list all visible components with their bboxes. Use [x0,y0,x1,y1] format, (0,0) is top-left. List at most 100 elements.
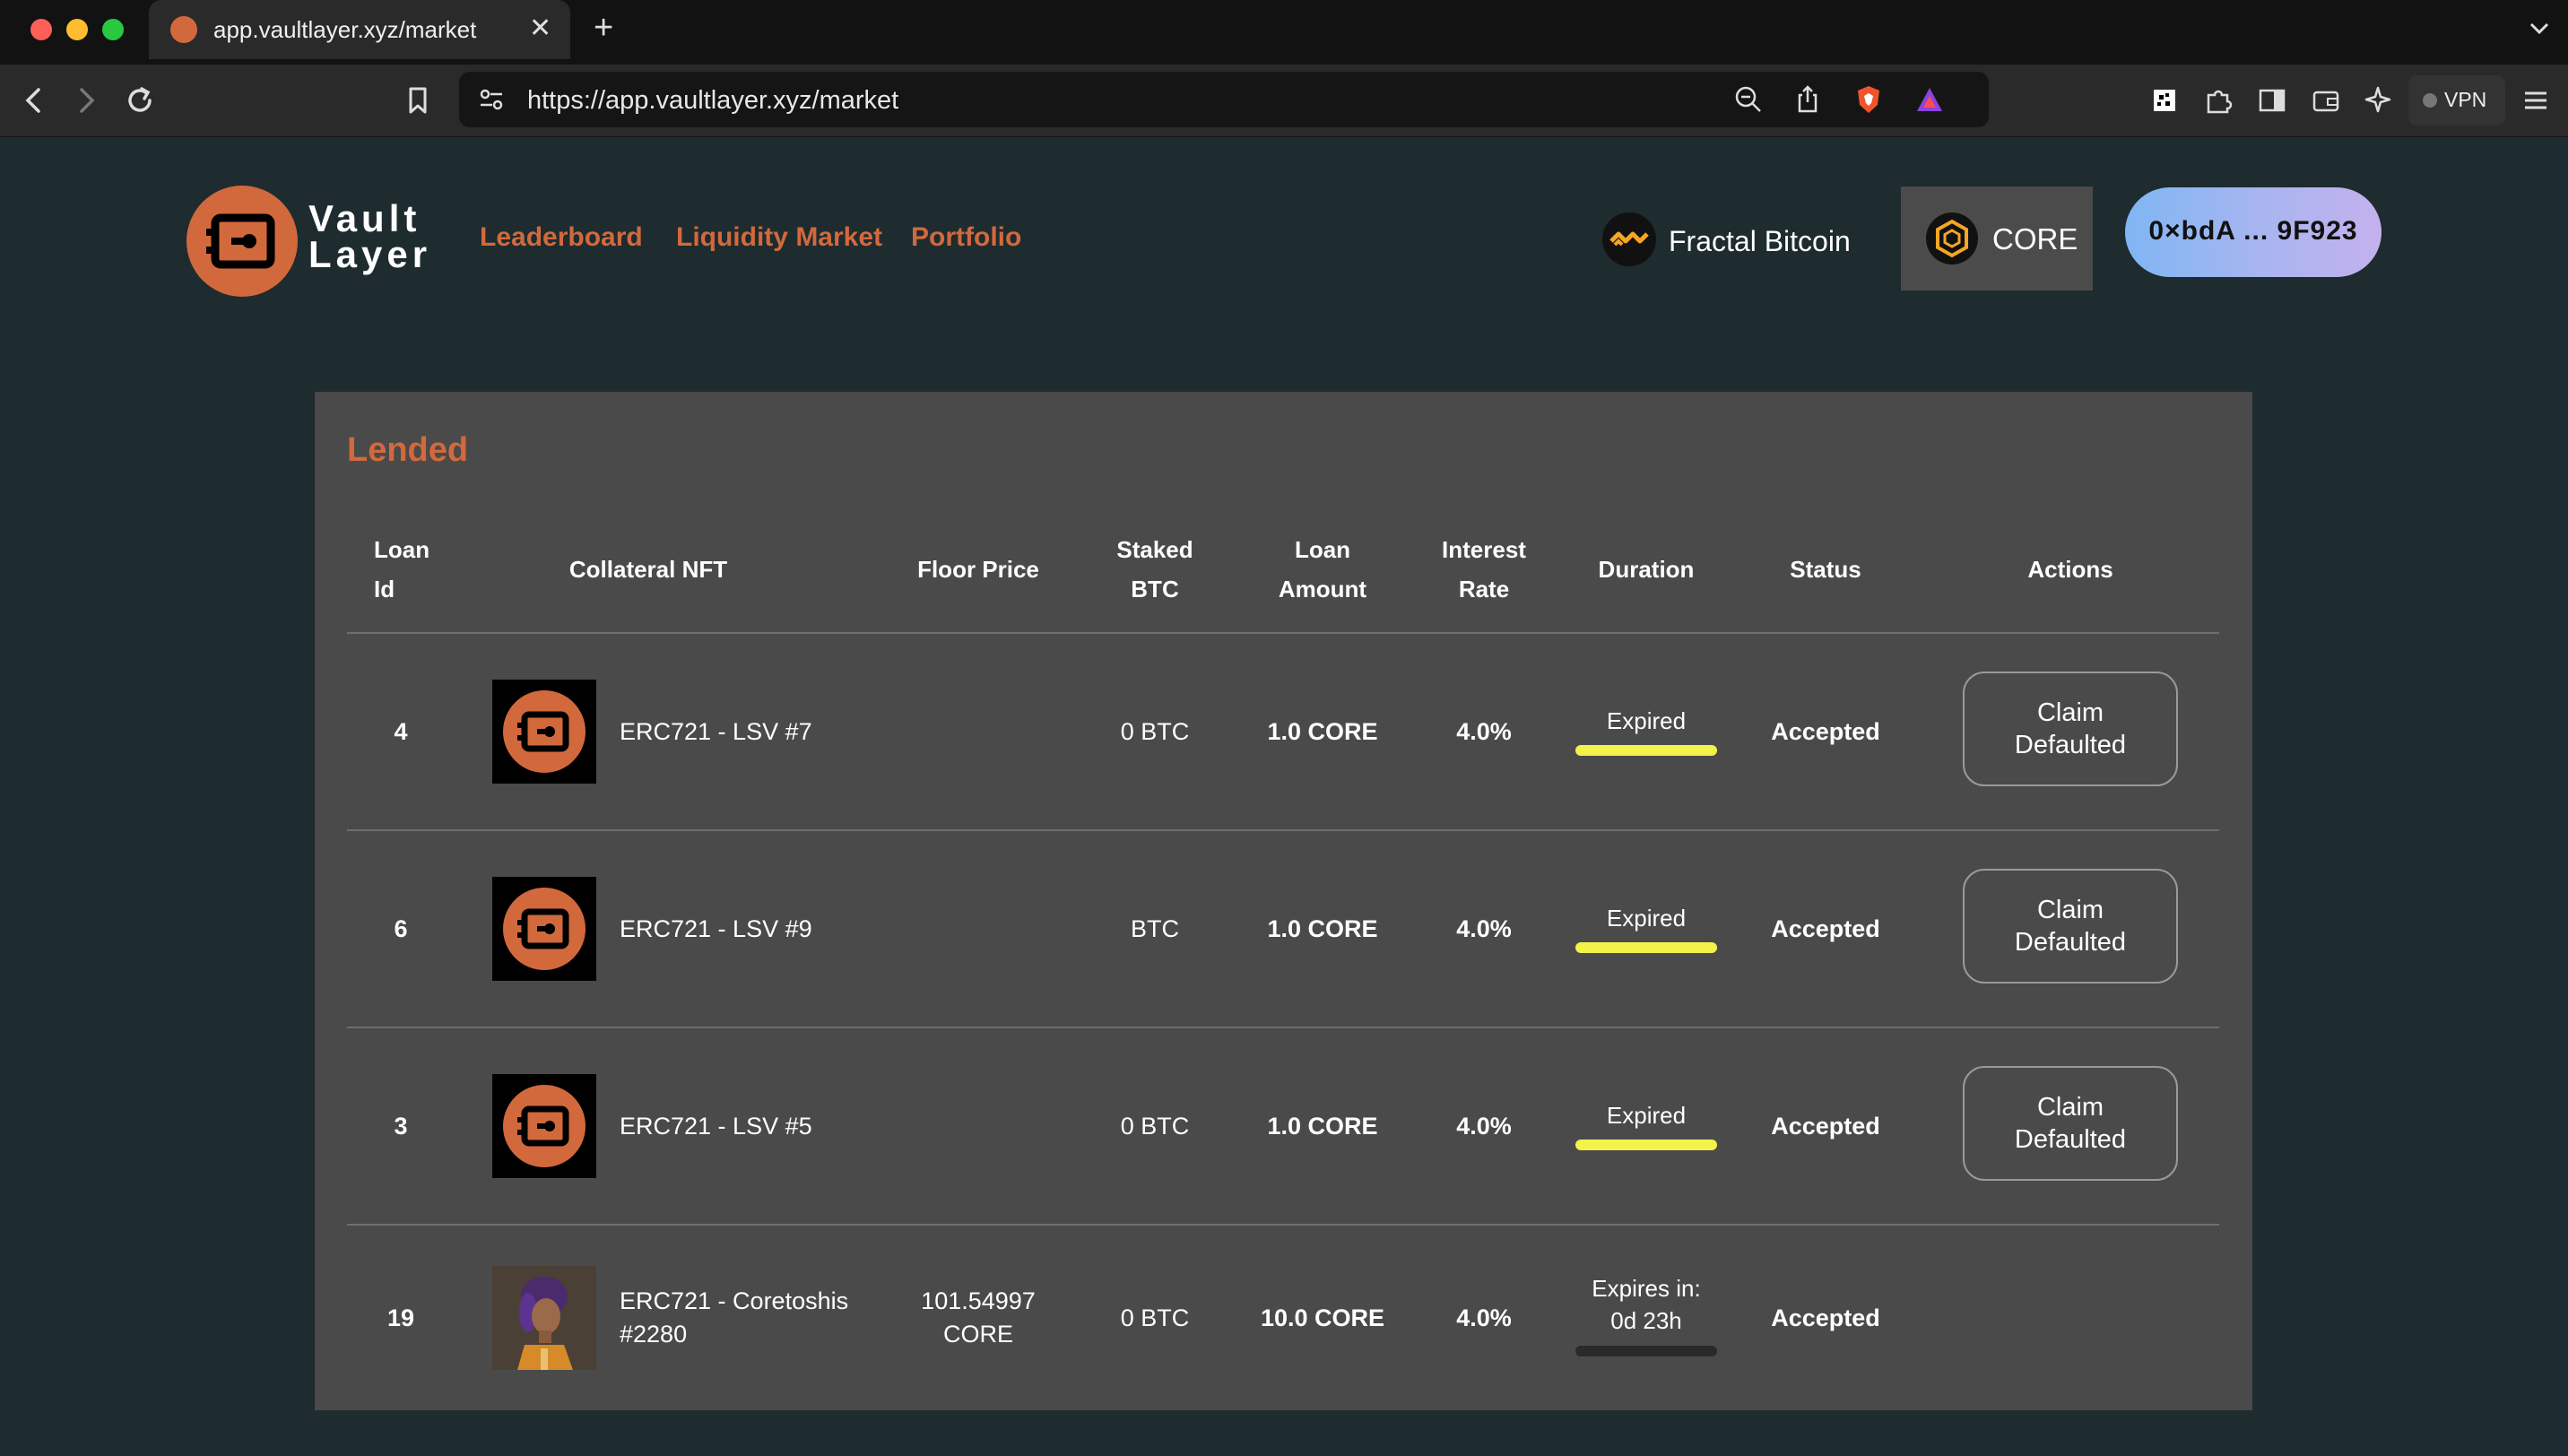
close-window-button[interactable] [30,19,52,40]
vpn-status-icon [2423,93,2437,108]
claim-defaulted-button[interactable]: Claim Defaulted [1963,869,2178,984]
sidebar-icon[interactable] [2254,82,2290,118]
tab-list-chevron-down-icon[interactable] [2527,16,2552,41]
new-tab-icon[interactable]: + [594,9,613,48]
col-header-loan-amount-line2: Amount [1278,576,1367,602]
nft-thumbnail[interactable] [492,680,596,784]
tab-close-icon[interactable]: ✕ [529,13,551,44]
nft-name: ERC721 - LSV #7 [620,717,812,745]
vaultlayer-logo-icon[interactable] [187,186,298,297]
table-row: 19 ERC721 - Coretoshis #2280 101.54997 C… [315,1226,2252,1410]
nft-thumbnail[interactable] [492,877,596,981]
col-header-staked-btc: Staked BTC [1088,530,1222,609]
col-header-status: Status [1790,556,1861,583]
vaultlayer-nft-icon [503,1085,586,1167]
duration-label: Expired [1606,905,1687,932]
col-header-loan-id-line2: Id [374,576,395,602]
col-header-staked-btc-line2: BTC [1131,576,1179,602]
loan-amount-cell: 10.0 CORE [1260,1304,1385,1331]
vaultlayer-nft-icon [503,888,586,970]
col-header-loan-amount-line1: Loan [1294,536,1351,563]
share-icon[interactable] [1792,83,1824,116]
wallet-address-button[interactable]: 0×bdA ... 9F923 [2125,187,2381,277]
col-header-interest-rate-line1: Interest [1442,536,1526,563]
minimize-window-button[interactable] [66,19,88,40]
nav-leaderboard[interactable]: Leaderboard [480,222,643,253]
table-row: 4 ERC721 - LSV #7 0 BTC 1.0 CORE 4.0% Ex… [315,634,2252,829]
duration-progress-bar [1575,1346,1717,1356]
floor-price-cell: 101.54997 CORE [921,1287,1036,1348]
core-chain-icon [1926,212,1978,264]
zoom-out-icon[interactable] [1732,83,1765,116]
nav-liquidity-market[interactable]: Liquidity Market [676,222,882,253]
nft-thumbnail[interactable] [492,1266,596,1370]
duration-cell: Expired [1570,831,1722,1027]
duration-cell: Expired [1570,634,1722,829]
duration-label: Expired [1606,1102,1687,1129]
status-cell: Accepted [1771,914,1880,942]
interest-rate-cell: 4.0% [1456,914,1512,942]
chain-selector-core[interactable]: CORE [1901,186,2093,290]
claim-defaulted-button[interactable]: Claim Defaulted [1963,672,2178,786]
loan-id-cell: 6 [394,914,408,942]
claim-defaulted-button[interactable]: Claim Defaulted [1963,1066,2178,1181]
bookmark-icon[interactable] [400,82,436,118]
leo-ai-sparkle-icon[interactable] [2362,82,2398,118]
extensions-puzzle-icon[interactable] [2200,82,2236,118]
chain-label: CORE [1992,222,2078,256]
col-header-loan-id-line1: Loan [374,536,430,563]
vpn-label: VPN [2444,88,2487,111]
col-header-actions: Actions [2027,556,2113,583]
nft-name: ERC721 - LSV #5 [620,1112,812,1140]
duration-progress-bar [1575,942,1717,953]
col-header-interest-rate-line2: Rate [1458,576,1510,602]
tab-title: app.vaultlayer.xyz/market [213,16,477,43]
menu-hamburger-icon[interactable] [2518,82,2554,118]
staked-btc-cell: 0 BTC [1120,717,1190,745]
forward-arrow-icon[interactable] [68,82,104,118]
nft-name: ERC721 - Coretoshis #2280 [620,1287,849,1348]
address-bar[interactable]: https://app.vaultlayer.xyz/market [459,72,1989,127]
duration-label: Expired [1606,707,1687,734]
col-header-loan-amount: Loan Amount [1251,530,1394,609]
floor-price-cell [871,634,1086,829]
logo-line-1: Vault [308,197,421,239]
staked-btc-cell: 0 BTC [1120,1304,1190,1331]
url-text: https://app.vaultlayer.xyz/market [527,86,899,115]
vaultlayer-favicon-icon [170,16,197,43]
duration-label: Expires in: 0d 23h [1592,1275,1701,1334]
status-cell: Accepted [1771,717,1880,745]
duration-cell: Expires in: 0d 23h [1570,1226,1722,1410]
loan-amount-cell: 1.0 CORE [1267,717,1378,745]
duration-progress-bar [1575,1140,1717,1150]
site-settings-icon[interactable] [475,83,508,116]
reload-icon[interactable] [122,82,158,118]
lended-panel: Lended Loan Id Collateral NFT Floor Pric… [315,392,2252,1410]
wallet-address: 0×bdA ... 9F923 [2148,216,2358,246]
maximize-window-button[interactable] [102,19,124,40]
browser-tab[interactable]: app.vaultlayer.xyz/market ✕ [149,0,570,59]
loan-id-cell: 19 [386,1304,415,1331]
col-header-collateral-nft: Collateral NFT [568,556,728,583]
nav-portfolio[interactable]: Portfolio [911,222,1021,253]
vpn-button[interactable]: VPN [2408,75,2505,126]
browser-tab-bar: app.vaultlayer.xyz/market ✕ + [0,0,2568,65]
network-label: Fractal Bitcoin [1669,225,1851,257]
floor-price-cell [871,1028,1086,1224]
staked-btc-cell: 0 BTC [1120,1112,1190,1140]
duration-cell: Expired [1570,1028,1722,1224]
col-header-staked-btc-line1: Staked [1116,536,1193,563]
nft-thumbnail[interactable] [492,1074,596,1178]
interest-rate-cell: 4.0% [1456,1304,1512,1331]
extension-grid-icon[interactable] [2147,82,2182,118]
back-arrow-icon[interactable] [16,82,52,118]
brave-rewards-icon[interactable] [1913,83,1946,116]
brave-shields-icon[interactable] [1852,83,1885,116]
vaultlayer-wordmark[interactable]: Vault Layer [308,197,432,275]
wallet-icon[interactable] [2308,82,2344,118]
logo-line-2: Layer [308,233,432,275]
panel-title: Lended [347,431,469,469]
nft-name: ERC721 - LSV #9 [620,914,812,942]
col-header-floor-price: Floor Price [917,556,1039,583]
col-header-interest-rate: Interest Rate [1412,530,1556,609]
